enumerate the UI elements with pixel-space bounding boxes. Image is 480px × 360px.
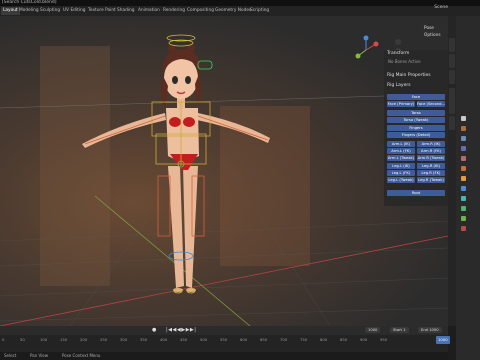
tab-uv-editing[interactable]: UV Editing: [61, 7, 87, 15]
fingers-detail-button[interactable]: Fingers (Detail): [387, 132, 445, 138]
record-button[interactable]: ●: [152, 327, 156, 333]
data-properties-icon[interactable]: [461, 216, 466, 221]
tick-label: 600: [240, 337, 248, 342]
tick-label: 650: [260, 337, 268, 342]
tab-texture-paint[interactable]: Texture Paint: [86, 7, 118, 15]
navigation-gizmo[interactable]: [355, 35, 379, 59]
workspace-tabs: Layout Modeling Sculpting UV Editing Tex…: [0, 6, 480, 16]
tab-shading[interactable]: Shading: [115, 7, 136, 15]
tick-label: 0: [2, 337, 5, 342]
status-pose-context-menu: Pose Context Menu: [62, 353, 101, 358]
viewport-header-icons[interactable]: [370, 16, 444, 23]
material-properties-icon[interactable]: [461, 226, 466, 231]
tab-rendering[interactable]: Rendering: [161, 7, 187, 15]
sidebar-panel: Transform No Bones Active Rig Main Prope…: [384, 50, 448, 206]
rig-main-properties-header[interactable]: Rig Main Properties: [384, 72, 431, 80]
tick-label: 900: [360, 337, 368, 342]
playhead-frame[interactable]: 1000: [436, 336, 450, 344]
tab-compositing[interactable]: Compositing: [185, 7, 216, 15]
arm-r-fk-button[interactable]: Arm.R (FK): [417, 148, 445, 154]
status-pan-view: Pan View: [30, 353, 48, 358]
tab-view[interactable]: [449, 70, 455, 84]
arm-l-tweak-button[interactable]: Arm.L (Tweak): [387, 155, 415, 161]
tick-label: 50: [20, 337, 25, 342]
leg-r-ik-button[interactable]: Leg.R (IK): [417, 163, 445, 169]
no-bones-active-label: No Bones Active: [388, 59, 421, 64]
root-button[interactable]: Root: [387, 190, 445, 196]
leg-l-fk-button[interactable]: Leg.L (FK): [387, 170, 415, 176]
properties-editor: [456, 16, 480, 360]
tick-label: 450: [180, 337, 188, 342]
face-secondary-button[interactable]: Face (Second...: [417, 101, 445, 107]
leg-l-tweak-button[interactable]: Leg.L (Tweak): [387, 177, 415, 183]
status-select: Select: [4, 353, 17, 358]
tick-label: 500: [200, 337, 208, 342]
object-properties-icon[interactable]: [461, 176, 466, 181]
start-frame-field[interactable]: Start 1: [390, 327, 409, 333]
tab-animation[interactable]: Animation: [136, 7, 162, 15]
arm-r-tweak-button[interactable]: Arm.R (Tweak): [417, 155, 445, 161]
tick-label: 250: [100, 337, 108, 342]
tick-label: 150: [60, 337, 68, 342]
tick-label: 700: [280, 337, 288, 342]
fingers-button[interactable]: Fingers: [387, 125, 445, 131]
transform-header[interactable]: Transform: [384, 50, 448, 58]
torso-button[interactable]: Torso: [387, 110, 445, 116]
tick-label: 200: [80, 337, 88, 342]
torso-tweak-button[interactable]: Torso (Tweak): [387, 117, 445, 123]
start-frame-label: Start: [393, 328, 403, 332]
tick-label: 300: [120, 337, 128, 342]
playback-buttons[interactable]: |◀◀◀▶▶▶|: [166, 327, 196, 333]
tab-animation-side[interactable]: [449, 88, 455, 114]
face-button[interactable]: Face: [387, 94, 445, 100]
leg-r-tweak-button[interactable]: Leg.R (Tweak): [417, 177, 445, 183]
scene-render: [0, 16, 448, 326]
render-properties-icon[interactable]: [461, 126, 466, 131]
leg-r-fk-button[interactable]: Leg.R (FK): [417, 170, 445, 176]
output-properties-icon[interactable]: [461, 136, 466, 141]
tick-label: 550: [220, 337, 228, 342]
tick-label: 850: [340, 337, 348, 342]
start-frame-value: 1: [403, 328, 406, 332]
status-bar: Select Pan View Pose Context Menu: [0, 352, 448, 360]
playback-controls: ● |◀◀◀▶▶▶| 1000 Start 1 End 1000: [0, 326, 448, 335]
scene-selector[interactable]: Scene: [434, 0, 448, 16]
tab-sculpting[interactable]: Sculpting: [38, 7, 62, 15]
constraint-properties-icon[interactable]: [461, 206, 466, 211]
tick-label: 800: [320, 337, 328, 342]
tick-label: 950: [380, 337, 388, 342]
physics-properties-icon[interactable]: [461, 196, 466, 201]
tab-modeling[interactable]: Modeling: [17, 7, 41, 15]
sidebar-tabs: [448, 16, 456, 326]
leg-l-ik-button[interactable]: Leg.L (IK): [387, 163, 415, 169]
end-frame-value: 1000: [429, 328, 439, 332]
3d-viewport[interactable]: Pose Options Transform No Bones Active R…: [0, 16, 448, 326]
tab-tool[interactable]: [449, 54, 455, 68]
background-warm-glow: [220, 106, 310, 266]
arm-l-fk-button[interactable]: Arm.L (FK): [387, 148, 415, 154]
tick-label: 400: [160, 337, 168, 342]
background-window-glow: [40, 46, 110, 286]
end-frame-field[interactable]: End 1000: [418, 327, 442, 333]
pose-options-dropdown[interactable]: Pose Options: [421, 25, 448, 38]
frame-ruler[interactable]: 0 50 100 150 200 250 300 350 400 450 500…: [0, 335, 450, 347]
face-primary-button[interactable]: Face (Primary): [387, 101, 415, 107]
world-properties-icon[interactable]: [461, 166, 466, 171]
tab-item[interactable]: [449, 38, 455, 52]
tick-label: 350: [140, 337, 148, 342]
rig-layers-header[interactable]: Rig Layers: [384, 82, 411, 90]
arm-r-ik-button[interactable]: Arm.R (IK): [417, 141, 445, 147]
tab-scripting[interactable]: Scripting: [248, 7, 271, 15]
tool-properties-icon[interactable]: [461, 116, 466, 121]
scene-properties-icon[interactable]: [461, 156, 466, 161]
tick-label: 100: [40, 337, 48, 342]
modifier-properties-icon[interactable]: [461, 186, 466, 191]
current-frame-field[interactable]: 1000: [365, 327, 381, 333]
arm-l-ik-button[interactable]: Arm.L (IK): [387, 141, 415, 147]
end-frame-label: End: [421, 328, 429, 332]
view-layer-properties-icon[interactable]: [461, 146, 466, 151]
tab-edit[interactable]: [449, 116, 455, 130]
tick-label: 750: [300, 337, 308, 342]
